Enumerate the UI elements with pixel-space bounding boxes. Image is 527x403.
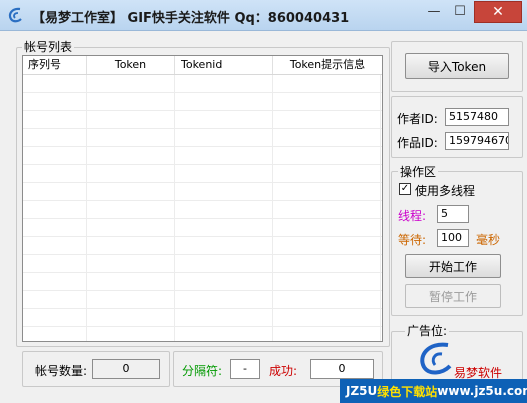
column-header-token[interactable]: Token xyxy=(87,56,175,74)
success-label: 成功: xyxy=(269,364,298,378)
separator-label: 分隔符: xyxy=(182,364,223,378)
column-header-token-info[interactable]: Token提示信息 xyxy=(273,56,382,74)
site-banner-prefix: JZ5U xyxy=(346,384,378,398)
start-work-button[interactable]: 开始工作 xyxy=(405,254,501,278)
threads-input[interactable]: 5 xyxy=(437,205,469,223)
site-banner-url: www.jz5u.com xyxy=(437,384,527,398)
author-id-field[interactable]: 5157480 xyxy=(445,108,509,126)
close-button[interactable]: ✕ xyxy=(474,1,522,23)
threads-label: 线程: xyxy=(398,209,427,223)
success-count-field: 0 xyxy=(310,359,374,379)
wait-input[interactable]: 100 xyxy=(437,229,469,247)
site-banner-highlight: 绿色下载站 xyxy=(377,384,438,399)
minimize-button[interactable]: — xyxy=(421,1,447,21)
wait-unit: 毫秒 xyxy=(476,233,501,247)
maximize-button[interactable]: ☐ xyxy=(447,1,473,21)
app-logo-icon xyxy=(8,7,22,23)
pause-work-button[interactable]: 暂停工作 xyxy=(405,284,501,308)
account-list-header: 序列号 Token Tokenid Token提示信息 xyxy=(23,56,382,75)
wait-label: 等待: xyxy=(398,233,427,247)
account-list-title: 帐号列表 xyxy=(22,38,75,55)
multithread-label[interactable]: 使用多线程 xyxy=(415,182,475,199)
account-count-field: 0 xyxy=(92,359,160,379)
work-id-field[interactable]: 159794670 xyxy=(445,132,509,150)
column-header-serial[interactable]: 序列号 xyxy=(23,56,87,74)
work-id-label: 作品ID: xyxy=(397,136,438,150)
title-bar[interactable]: 【易梦工作室】 GIF快手关注软件 Qq：860040431 — ☐ ✕ xyxy=(0,0,527,31)
import-token-button[interactable]: 导入Token xyxy=(405,53,509,79)
separator-input[interactable]: - xyxy=(230,359,260,379)
multithread-checkbox[interactable]: ✓ xyxy=(399,183,411,195)
account-list[interactable]: 序列号 Token Tokenid Token提示信息 xyxy=(22,55,383,342)
ad-group-title: 广告位: xyxy=(405,322,450,339)
window-title: 【易梦工作室】 GIF快手关注软件 Qq：860040431 xyxy=(32,11,350,26)
site-banner: JZ5U 绿色下载站 www.jz5u.com xyxy=(340,379,527,403)
account-count-label: 帐号数量: xyxy=(35,364,88,378)
operation-group-title: 操作区 xyxy=(398,163,439,180)
author-id-label: 作者ID: xyxy=(397,112,438,126)
account-list-body[interactable] xyxy=(23,75,382,341)
ad-logo-icon xyxy=(420,342,452,375)
column-header-tokenid[interactable]: Tokenid xyxy=(175,56,273,74)
